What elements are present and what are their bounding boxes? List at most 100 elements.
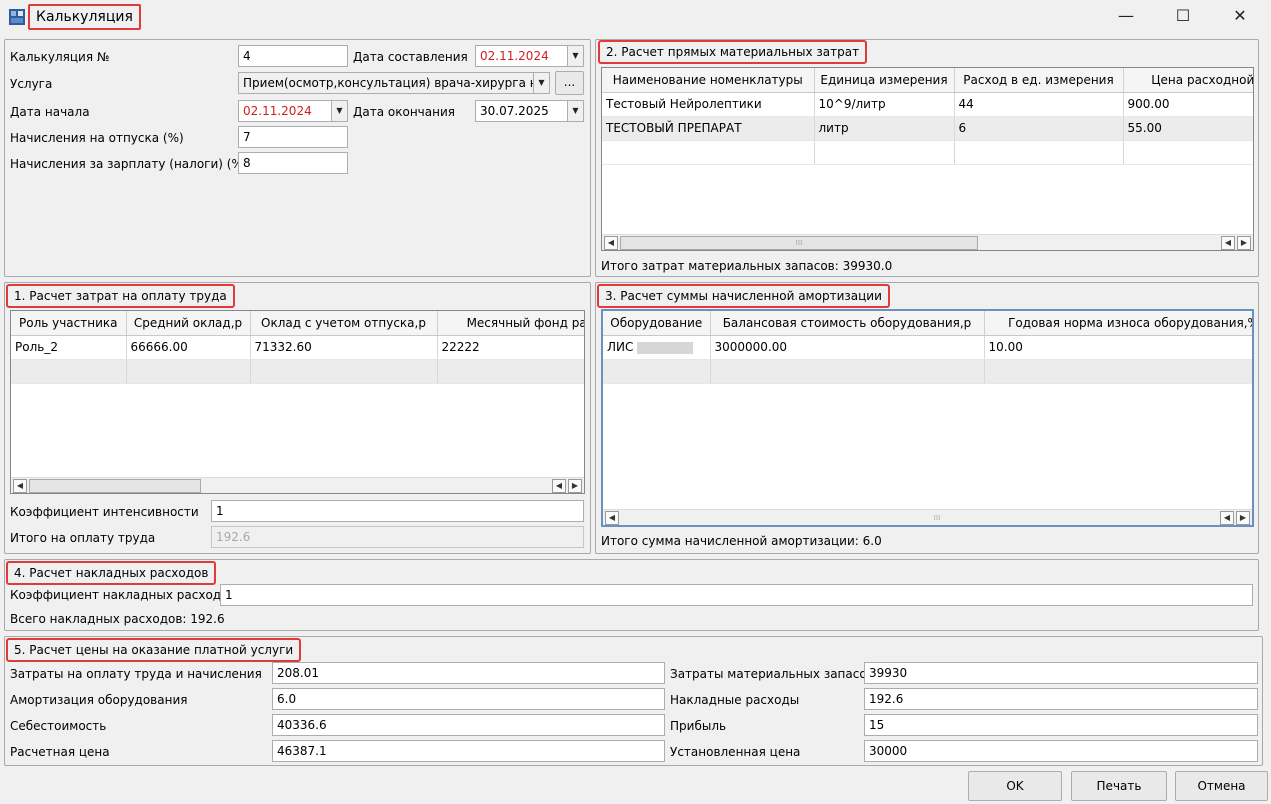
redacted-text: [637, 341, 694, 354]
table-cell[interactable]: 6: [954, 116, 1124, 141]
horizontal-scrollbar[interactable]: ◀ ⁞⁞⁞ ◀ ▶: [603, 509, 1252, 525]
materials-col-price[interactable]: Цена расходной ед: [1123, 68, 1253, 93]
chevron-down-icon[interactable]: ▼: [567, 101, 583, 121]
price-set-label: Установленная цена: [670, 745, 801, 759]
minimize-button[interactable]: —: [1101, 0, 1151, 32]
price-cost-input[interactable]: 40336.6: [272, 714, 665, 736]
table-cell[interactable]: 900.00: [1123, 92, 1253, 117]
chevron-down-icon[interactable]: ▼: [533, 73, 549, 93]
app-icon: [8, 8, 26, 26]
scroll-left-icon[interactable]: ◀: [1220, 511, 1234, 525]
horizontal-scrollbar[interactable]: ◀ ◀ ▶: [11, 477, 584, 493]
table-row[interactable]: Роль_2 66666.00 71332.60 22222: [11, 335, 584, 360]
chevron-down-icon[interactable]: ▼: [331, 101, 347, 121]
amortization-col-equipment[interactable]: Оборудование: [603, 311, 711, 336]
date-end-picker[interactable]: 30.07.2025 ▼: [475, 100, 584, 122]
materials-table[interactable]: Наименование номенклатуры Единица измере…: [601, 67, 1254, 251]
table-cell[interactable]: 10^9/литр: [814, 92, 955, 117]
labor-total-field: 192.6: [211, 526, 584, 548]
table-cell[interactable]: 22222: [437, 335, 584, 360]
price-materials-label: Затраты материальных запасов: [670, 667, 874, 681]
table-cell[interactable]: ЛИС: [603, 335, 711, 360]
maximize-button[interactable]: ☐: [1158, 0, 1208, 32]
price-amort-input[interactable]: 6.0: [272, 688, 665, 710]
date-end-label: Дата окончания: [353, 105, 455, 119]
scroll-left-icon[interactable]: ◀: [604, 236, 618, 250]
calc-no-input[interactable]: 4: [238, 45, 348, 67]
date-start-value: 02.11.2024: [243, 104, 312, 118]
price-labor-input[interactable]: 208.01: [272, 662, 665, 684]
date-start-picker[interactable]: 02.11.2024 ▼: [238, 100, 348, 122]
scroll-right-icon[interactable]: ▶: [568, 479, 582, 493]
price-amort-label: Амортизация оборудования: [10, 693, 188, 707]
scroll-left-icon[interactable]: ◀: [552, 479, 566, 493]
price-materials-input[interactable]: 39930: [864, 662, 1258, 684]
table-cell[interactable]: 44: [954, 92, 1124, 117]
scroll-thumb[interactable]: ⁞⁞⁞: [620, 236, 978, 250]
print-button[interactable]: Печать: [1071, 771, 1167, 801]
ok-button[interactable]: OK: [968, 771, 1062, 801]
price-profit-input[interactable]: 15: [864, 714, 1258, 736]
scroll-right-icon[interactable]: ▶: [1237, 236, 1251, 250]
service-select[interactable]: Прием(осмотр,консультация) врача-хирурга…: [238, 72, 550, 94]
labor-table[interactable]: Роль участника Средний оклад,р Оклад с у…: [10, 310, 585, 494]
service-label: Услуга: [10, 77, 53, 91]
chevron-down-icon[interactable]: ▼: [567, 46, 583, 66]
date-created-value: 02.11.2024: [480, 49, 549, 63]
table-cell[interactable]: 71332.60: [250, 335, 438, 360]
amortization-col-rate[interactable]: Годовая норма износа оборудования,%: [984, 311, 1252, 336]
table-cell[interactable]: литр: [814, 116, 955, 141]
amortization-total: Итого сумма начисленной амортизации: 6.0: [601, 534, 882, 548]
labor-col-role[interactable]: Роль участника: [11, 311, 127, 336]
service-value: Прием(осмотр,консультация) врача-хирурга…: [243, 76, 550, 90]
labor-col-salary-vacation[interactable]: Оклад с учетом отпуска,р: [250, 311, 438, 336]
overhead-total: Всего накладных расходов: 192.6: [10, 612, 225, 626]
materials-col-name[interactable]: Наименование номенклатуры: [602, 68, 815, 93]
scroll-left-icon[interactable]: ◀: [605, 511, 619, 525]
title-bar: Калькуляция — ☐ ✕: [0, 0, 1271, 34]
labor-col-fund[interactable]: Месячный фонд рабо: [437, 311, 584, 336]
price-title: 5. Расчет цены на оказание платной услуг…: [6, 638, 302, 662]
scroll-thumb[interactable]: [29, 479, 201, 493]
cancel-button[interactable]: Отмена: [1175, 771, 1268, 801]
intensity-input[interactable]: 1: [211, 500, 584, 522]
table-cell[interactable]: Роль_2: [11, 335, 127, 360]
table-cell[interactable]: 66666.00: [126, 335, 251, 360]
table-cell[interactable]: 10.00: [984, 335, 1252, 360]
table-row[interactable]: [11, 359, 584, 384]
labor-title: 1. Расчет затрат на оплату труда: [6, 284, 235, 308]
table-cell[interactable]: 55.00: [1123, 116, 1253, 141]
labor-col-salary[interactable]: Средний оклад,р: [126, 311, 251, 336]
table-cell[interactable]: ТЕСТОВЫЙ ПРЕПАРАТ: [602, 116, 815, 141]
price-profit-label: Прибыль: [670, 719, 727, 733]
price-calc-input[interactable]: 46387.1: [272, 740, 665, 762]
scroll-right-icon[interactable]: ▶: [1236, 511, 1250, 525]
scroll-left-icon[interactable]: ◀: [1221, 236, 1235, 250]
price-overhead-input[interactable]: 192.6: [864, 688, 1258, 710]
scroll-left-icon[interactable]: ◀: [13, 479, 27, 493]
close-button[interactable]: ✕: [1215, 0, 1265, 32]
materials-col-unit[interactable]: Единица измерения: [814, 68, 955, 93]
table-row[interactable]: [602, 140, 1253, 165]
table-row[interactable]: ТЕСТОВЫЙ ПРЕПАРАТ литр 6 55.00: [602, 116, 1253, 141]
table-cell[interactable]: 3000000.00: [710, 335, 985, 360]
service-more-button[interactable]: ...: [555, 71, 584, 95]
labor-total-label: Итого на оплату труда: [10, 531, 156, 545]
horizontal-scrollbar[interactable]: ◀ ⁞⁞⁞ ◀ ▶: [602, 234, 1253, 250]
table-row[interactable]: ЛИС 3000000.00 10.00: [603, 335, 1252, 360]
amortization-col-balance[interactable]: Балансовая стоимость оборудования,р: [710, 311, 985, 336]
salary-tax-input[interactable]: 8: [238, 152, 348, 174]
table-row[interactable]: [603, 359, 1252, 384]
date-created-picker[interactable]: 02.11.2024 ▼: [475, 45, 584, 67]
table-cell[interactable]: Тестовый Нейролептики: [602, 92, 815, 117]
price-labor-label: Затраты на оплату труда и начисления: [10, 667, 262, 681]
table-row[interactable]: Тестовый Нейролептики 10^9/литр 44 900.0…: [602, 92, 1253, 117]
overhead-title: 4. Расчет накладных расходов: [6, 561, 217, 585]
materials-col-consumption[interactable]: Расход в ед. измерения: [954, 68, 1124, 93]
scroll-track[interactable]: ⁞⁞⁞: [621, 511, 1252, 525]
price-set-input[interactable]: 30000: [864, 740, 1258, 762]
amortization-table[interactable]: Оборудование Балансовая стоимость оборуд…: [601, 309, 1254, 527]
vacation-input[interactable]: 7: [238, 126, 348, 148]
salary-tax-label: Начисления за зарплату (налоги) (%): [10, 157, 248, 171]
overhead-coef-input[interactable]: 1: [220, 584, 1253, 606]
